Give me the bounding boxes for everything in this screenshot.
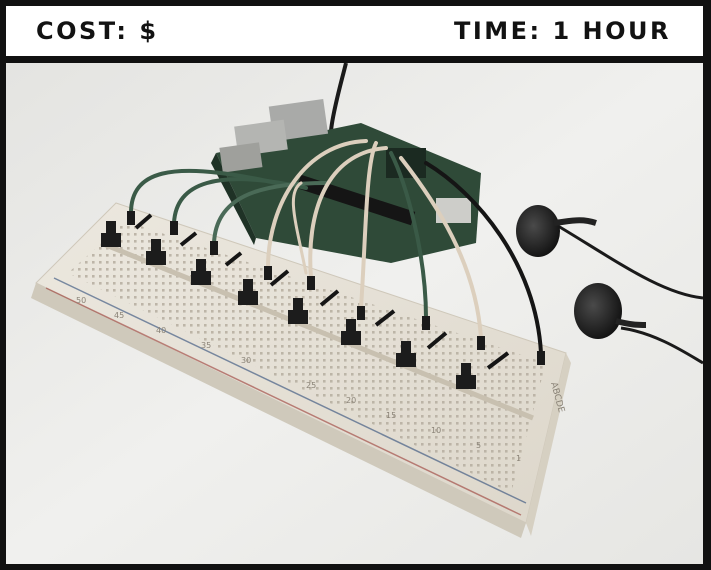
cost-label: COST: $ (36, 17, 159, 45)
board-number: 35 (201, 341, 211, 350)
board-number: 5 (476, 441, 481, 450)
board-number: 1 (516, 454, 521, 463)
photo: 30 25 20 15 10 5 1 35 40 45 50 ABCDE (6, 63, 703, 564)
push-button (396, 353, 416, 367)
earbud-left (516, 205, 560, 257)
time-label: TIME: 1 HOUR (453, 17, 671, 45)
earbud-right (574, 283, 622, 339)
push-button (146, 251, 166, 265)
board-number: 30 (241, 356, 251, 365)
photo-illustration: 30 25 20 15 10 5 1 35 40 45 50 ABCDE (6, 63, 703, 564)
push-button (456, 375, 476, 389)
header-bar: COST: $ TIME: 1 HOUR (6, 6, 703, 56)
board-number: 40 (156, 326, 166, 335)
board-number: 10 (431, 426, 441, 435)
push-button (288, 310, 308, 324)
board-number: 25 (306, 381, 316, 390)
board-number: 20 (346, 396, 356, 405)
push-button (341, 331, 361, 345)
push-button (101, 233, 121, 247)
board-number: 15 (386, 411, 396, 420)
push-button (238, 291, 258, 305)
board-number: 50 (76, 296, 86, 305)
image-frame: COST: $ TIME: 1 HOUR 30 25 20 15 10 5 1 … (0, 0, 711, 570)
board-number: 45 (114, 311, 124, 320)
push-button (191, 271, 211, 285)
